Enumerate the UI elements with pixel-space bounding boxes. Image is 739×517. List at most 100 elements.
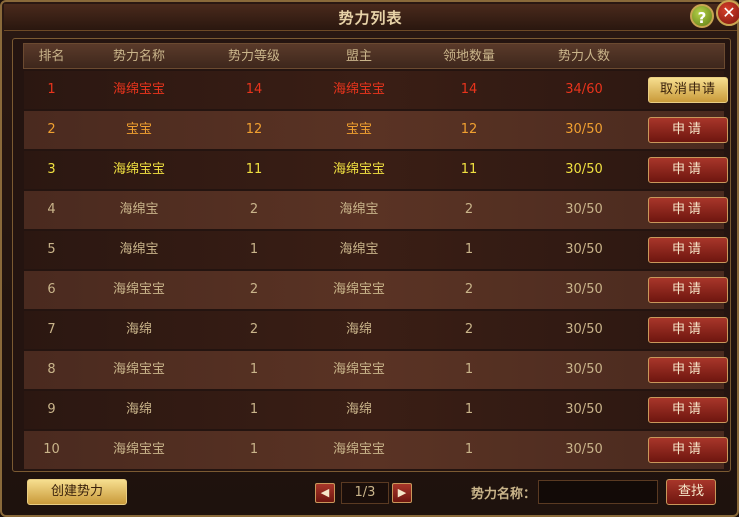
cell-land: 1 (464, 362, 474, 377)
apply-button[interactable]: 申请 (648, 117, 728, 143)
cell-name: 海绵 (125, 402, 152, 417)
search-label: 势力名称： (471, 487, 537, 502)
cell-people: 30/50 (565, 322, 603, 337)
cell-leader: 海绵宝宝 (332, 82, 385, 97)
window-title: 势力列表 (338, 9, 403, 27)
apply-button[interactable]: 申请 (648, 317, 728, 343)
table-row: 6 海绵宝宝 2 海绵宝宝 2 30/50 申请 (24, 271, 728, 309)
cell-land: 2 (464, 282, 474, 297)
table-row: 1 海绵宝宝 14 海绵宝宝 14 34/60 取消申请 (24, 71, 728, 109)
header-level: 势力等级 (227, 49, 280, 64)
search-button[interactable]: 查找 (666, 479, 716, 505)
next-page-icon[interactable]: ▶ (392, 483, 412, 503)
cell-name: 海绵宝宝 (112, 442, 165, 457)
cell-name: 海绵宝宝 (112, 282, 165, 297)
cell-people: 30/50 (565, 402, 603, 417)
cell-name: 海绵宝 (119, 202, 159, 217)
cell-name: 海绵宝宝 (112, 82, 165, 97)
cell-level: 11 (245, 162, 263, 177)
cell-rank: 6 (47, 282, 56, 297)
table-row: 2 宝宝 12 宝宝 12 30/50 申请 (24, 111, 728, 149)
cell-land: 1 (464, 402, 474, 417)
cell-land: 12 (460, 122, 478, 137)
cell-leader: 海绵宝 (339, 242, 379, 257)
cell-leader: 海绵 (345, 402, 372, 417)
cell-level: 14 (245, 82, 263, 97)
table-row: 10 海绵宝宝 1 海绵宝宝 1 30/50 申请 (24, 431, 728, 469)
cell-people: 30/50 (565, 122, 603, 137)
table-row: 9 海绵 1 海绵 1 30/50 申请 (24, 391, 728, 429)
cell-land: 14 (460, 82, 478, 97)
cell-people: 30/50 (565, 442, 603, 457)
header-rank: 排名 (38, 49, 65, 64)
cell-name: 海绵宝 (119, 242, 159, 257)
table-row: 3 海绵宝宝 11 海绵宝宝 11 30/50 申请 (24, 151, 728, 189)
cell-leader: 海绵宝宝 (332, 362, 385, 377)
title-bar: 势力列表 (4, 4, 737, 31)
header-name: 势力名称 (112, 49, 165, 64)
table-row: 7 海绵 2 海绵 2 30/50 申请 (24, 311, 728, 349)
cell-people: 30/50 (565, 242, 603, 257)
apply-button[interactable]: 申请 (648, 277, 728, 303)
header-leader: 盟主 (345, 49, 372, 64)
close-icon[interactable]: ✕ (716, 0, 739, 26)
header-people: 势力人数 (557, 49, 610, 64)
cell-name: 海绵宝宝 (112, 362, 165, 377)
cell-level: 2 (249, 202, 259, 217)
cell-people: 30/50 (565, 362, 603, 377)
help-icon[interactable]: ? (690, 4, 714, 28)
header-land: 领地数量 (442, 49, 495, 64)
cell-rank: 2 (47, 122, 56, 137)
cell-name: 海绵 (125, 322, 152, 337)
cell-rank: 5 (47, 242, 56, 257)
cell-rank: 9 (47, 402, 56, 417)
apply-button[interactable]: 申请 (648, 437, 728, 463)
create-faction-button[interactable]: 创建势力 (27, 479, 127, 505)
cell-rank: 7 (47, 322, 56, 337)
cell-rank: 1 (47, 82, 56, 97)
cell-leader: 宝宝 (345, 122, 372, 137)
cell-land: 11 (460, 162, 478, 177)
apply-button[interactable]: 申请 (648, 157, 728, 183)
apply-button[interactable]: 申请 (648, 197, 728, 223)
cell-people: 30/50 (565, 202, 603, 217)
prev-page-icon[interactable]: ◀ (315, 483, 335, 503)
cell-level: 1 (249, 242, 259, 257)
cell-people: 30/50 (565, 162, 603, 177)
page-indicator: 1/3 (341, 482, 389, 504)
cell-leader: 海绵 (345, 322, 372, 337)
cell-people: 34/60 (565, 82, 603, 97)
faction-name-search-input[interactable] (538, 480, 658, 504)
cell-level: 12 (245, 122, 263, 137)
table-row: 4 海绵宝 2 海绵宝 2 30/50 申请 (24, 191, 728, 229)
cell-land: 1 (464, 242, 474, 257)
cell-level: 1 (249, 402, 259, 417)
cell-level: 1 (249, 362, 259, 377)
cell-leader: 海绵宝宝 (332, 442, 385, 457)
apply-button[interactable]: 申请 (648, 397, 728, 423)
cell-rank: 8 (47, 362, 56, 377)
cell-land: 1 (464, 442, 474, 457)
cell-level: 2 (249, 322, 259, 337)
cell-land: 2 (464, 322, 474, 337)
table-row: 8 海绵宝宝 1 海绵宝宝 1 30/50 申请 (24, 351, 728, 389)
apply-button[interactable]: 申请 (648, 357, 728, 383)
cell-level: 2 (249, 282, 259, 297)
cell-leader: 海绵宝 (339, 202, 379, 217)
faction-table: 排名 势力名称 势力等级 盟主 领地数量 势力人数 1 海绵宝宝 14 海绵宝宝 14 3… (12, 38, 731, 472)
cell-leader: 海绵宝宝 (332, 282, 385, 297)
cancel-apply-button[interactable]: 取消申请 (648, 77, 728, 103)
cell-name: 海绵宝宝 (112, 162, 165, 177)
cell-land: 2 (464, 202, 474, 217)
table-header: 排名 势力名称 势力等级 盟主 领地数量 势力人数 (23, 43, 725, 69)
cell-level: 1 (249, 442, 259, 457)
cell-name: 宝宝 (125, 122, 152, 137)
table-row: 5 海绵宝 1 海绵宝 1 30/50 申请 (24, 231, 728, 269)
cell-rank: 10 (43, 442, 60, 457)
faction-list-window: 势力列表 ? ✕ 排名 势力名称 势力等级 盟主 领地数量 势力人数 1 海绵宝宝… (0, 0, 739, 517)
cell-people: 30/50 (565, 282, 603, 297)
cell-rank: 4 (47, 202, 56, 217)
cell-rank: 3 (47, 162, 56, 177)
cell-leader: 海绵宝宝 (332, 162, 385, 177)
apply-button[interactable]: 申请 (648, 237, 728, 263)
